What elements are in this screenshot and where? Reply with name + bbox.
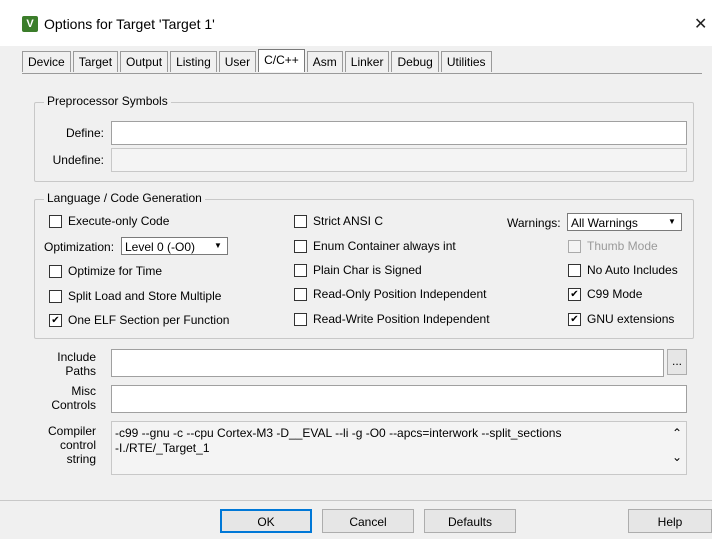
window-title: Options for Target 'Target 1' bbox=[44, 16, 215, 32]
tab-divider bbox=[22, 73, 702, 74]
scroll-down-icon[interactable]: ⌄ bbox=[672, 450, 682, 464]
optimization-select[interactable]: Level 0 (-O0) ▼ bbox=[121, 237, 228, 255]
tab-device[interactable]: Device bbox=[22, 51, 71, 72]
one-elf-label: One ELF Section per Function bbox=[68, 313, 230, 327]
define-label: Define: bbox=[65, 126, 104, 140]
rw-position-checkbox[interactable] bbox=[294, 313, 307, 326]
tab-user[interactable]: User bbox=[218, 51, 257, 72]
tab-strip: Device Target Output Listing User C/C++ … bbox=[22, 49, 494, 73]
no-auto-includes-label: No Auto Includes bbox=[587, 263, 678, 277]
tab-debug[interactable]: Debug bbox=[391, 51, 439, 72]
strict-ansi-checkbox[interactable] bbox=[294, 215, 307, 228]
uvision-app-icon: V bbox=[22, 16, 38, 32]
ro-position-checkbox[interactable] bbox=[294, 288, 307, 301]
undefine-label: Undefine: bbox=[52, 153, 104, 167]
tab-target[interactable]: Target bbox=[72, 51, 119, 72]
warnings-label: Warnings: bbox=[507, 216, 561, 230]
c99-mode-checkbox[interactable]: ✔ bbox=[568, 288, 581, 301]
misc-controls-input[interactable] bbox=[111, 385, 687, 413]
include-paths-input[interactable] bbox=[111, 349, 664, 377]
strict-ansi-label: Strict ANSI C bbox=[313, 214, 384, 228]
thumb-mode-label: Thumb Mode bbox=[587, 239, 658, 253]
warnings-value: All Warnings bbox=[571, 216, 638, 230]
preprocessor-legend: Preprocessor Symbols bbox=[44, 94, 171, 108]
compiler-control-textarea[interactable]: -c99 --gnu -c --cpu Cortex-M3 -D__EVAL -… bbox=[111, 421, 687, 475]
chevron-down-icon[interactable]: ▼ bbox=[211, 240, 225, 252]
no-auto-includes-checkbox[interactable] bbox=[568, 264, 581, 277]
compiler-control-label: Compiler control string bbox=[40, 424, 96, 466]
tab-listing[interactable]: Listing bbox=[170, 51, 217, 72]
footer-divider bbox=[0, 500, 712, 501]
tab-linker[interactable]: Linker bbox=[344, 51, 390, 72]
warnings-select[interactable]: All Warnings ▼ bbox=[567, 213, 682, 231]
split-load-checkbox[interactable] bbox=[49, 290, 62, 303]
include-paths-browse-button[interactable]: ... bbox=[667, 349, 687, 375]
rw-position-label: Read-Write Position Independent bbox=[313, 312, 490, 326]
compiler-control-label-line3: string bbox=[66, 452, 96, 466]
define-input[interactable] bbox=[111, 121, 687, 145]
language-legend: Language / Code Generation bbox=[44, 191, 205, 205]
help-button[interactable]: Help bbox=[628, 509, 712, 533]
ok-button[interactable]: OK bbox=[220, 509, 312, 533]
defaults-button[interactable]: Defaults bbox=[424, 509, 516, 533]
optimization-value: Level 0 (-O0) bbox=[125, 240, 196, 254]
include-paths-label-line2: Paths bbox=[65, 364, 96, 378]
compiler-control-line2: -I./RTE/_Target_1 bbox=[115, 441, 210, 455]
close-icon[interactable]: ✕ bbox=[694, 14, 707, 34]
thumb-mode-checkbox[interactable] bbox=[568, 240, 581, 253]
compiler-control-line1: -c99 --gnu -c --cpu Cortex-M3 -D__EVAL -… bbox=[115, 426, 562, 440]
tab-output[interactable]: Output bbox=[120, 51, 169, 72]
plain-char-checkbox[interactable] bbox=[294, 264, 307, 277]
compiler-control-label-line1: Compiler bbox=[47, 424, 96, 438]
optimize-time-label: Optimize for Time bbox=[68, 264, 163, 278]
include-paths-label-line1: Include bbox=[57, 350, 96, 364]
one-elf-checkbox[interactable]: ✔ bbox=[49, 314, 62, 327]
enum-container-label: Enum Container always int bbox=[313, 239, 456, 253]
scroll-up-icon[interactable]: ⌃ bbox=[672, 426, 682, 440]
enum-container-checkbox[interactable] bbox=[294, 240, 307, 253]
execute-only-checkbox[interactable] bbox=[49, 215, 62, 228]
ro-position-label: Read-Only Position Independent bbox=[313, 287, 487, 301]
include-paths-label: Include Paths bbox=[40, 350, 96, 378]
cancel-button[interactable]: Cancel bbox=[322, 509, 414, 533]
chevron-down-icon[interactable]: ▼ bbox=[665, 216, 679, 228]
undefine-input[interactable] bbox=[111, 148, 687, 172]
misc-controls-label-line2: Controls bbox=[51, 398, 96, 412]
tab-asm[interactable]: Asm bbox=[306, 51, 343, 72]
misc-controls-label-line1: Misc bbox=[71, 384, 96, 398]
optimization-label: Optimization: bbox=[44, 240, 115, 254]
gnu-extensions-checkbox[interactable]: ✔ bbox=[568, 313, 581, 326]
tab-c-cpp[interactable]: C/C++ bbox=[258, 49, 305, 72]
execute-only-label: Execute-only Code bbox=[68, 214, 170, 228]
plain-char-label: Plain Char is Signed bbox=[313, 263, 422, 277]
c99-mode-label: C99 Mode bbox=[587, 287, 643, 301]
gnu-extensions-label: GNU extensions bbox=[587, 312, 675, 326]
tab-utilities[interactable]: Utilities bbox=[440, 51, 492, 72]
misc-controls-label: Misc Controls bbox=[40, 384, 96, 412]
optimize-time-checkbox[interactable] bbox=[49, 265, 62, 278]
split-load-label: Split Load and Store Multiple bbox=[68, 289, 222, 303]
compiler-control-label-line2: control bbox=[59, 438, 96, 452]
